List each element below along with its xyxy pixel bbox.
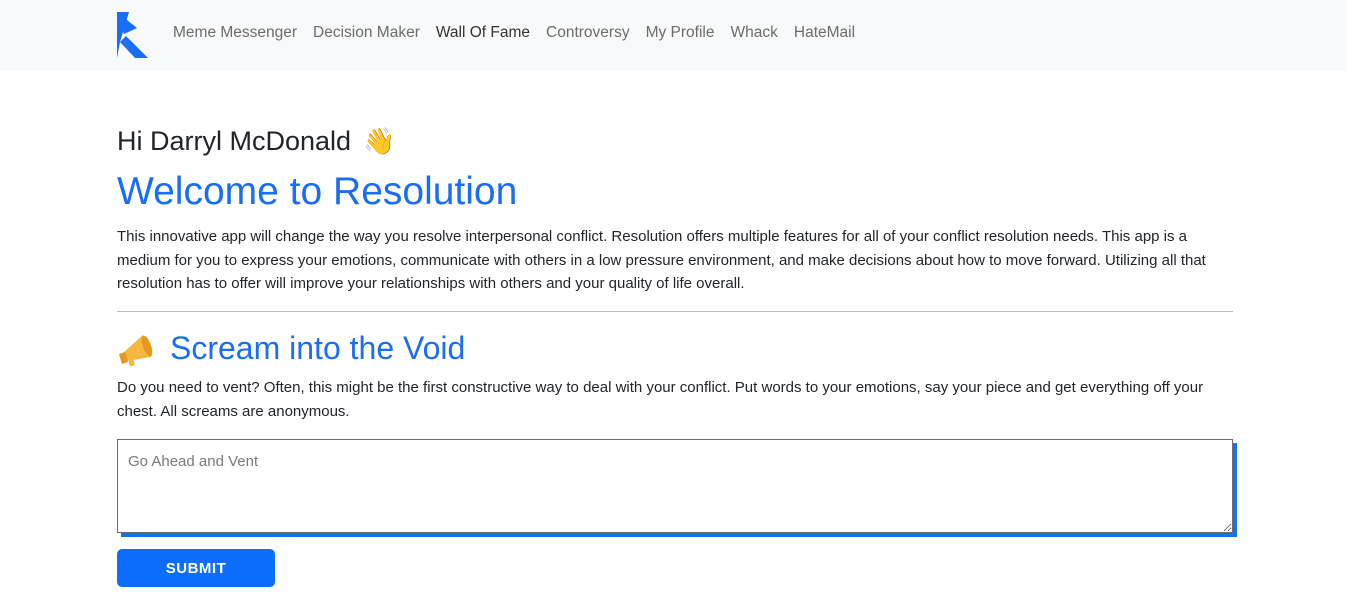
greeting-text: Hi Darryl McDonald — [117, 126, 352, 156]
nav-links: Meme Messenger Decision Maker Wall Of Fa… — [173, 24, 871, 42]
resolution-logo-icon[interactable] — [117, 12, 148, 58]
nav-link-meme-messenger[interactable]: Meme Messenger — [173, 24, 297, 42]
scream-description: Do you need to vent? Often, this might b… — [117, 379, 1204, 420]
nav-link-hatemail[interactable]: HateMail — [794, 24, 855, 42]
scream-section-heading: Scream into the Void — [117, 330, 465, 367]
intro-paragraph: This innovative app will change the way … — [117, 228, 1206, 292]
nav-link-wall-of-fame[interactable]: Wall Of Fame — [436, 24, 530, 42]
nav-link-controversy[interactable]: Controversy — [546, 24, 630, 42]
nav-link-my-profile[interactable]: My Profile — [646, 24, 715, 42]
vent-textarea[interactable] — [117, 439, 1233, 533]
vent-input-wrapper — [117, 439, 1233, 533]
welcome-title: Welcome to Resolution — [117, 170, 518, 213]
submit-button[interactable]: SUBMIT — [117, 549, 275, 587]
top-navbar: Meme Messenger Decision Maker Wall Of Fa… — [0, 0, 1347, 71]
nav-link-whack[interactable]: Whack — [731, 24, 778, 42]
greeting-heading: Hi Darryl McDonald 👋 — [117, 126, 395, 157]
megaphone-icon — [119, 334, 153, 366]
nav-link-decision-maker[interactable]: Decision Maker — [313, 24, 420, 42]
section-divider — [117, 311, 1233, 312]
waving-hand-icon: 👋 — [363, 126, 396, 156]
scream-title: Scream into the Void — [170, 330, 466, 366]
